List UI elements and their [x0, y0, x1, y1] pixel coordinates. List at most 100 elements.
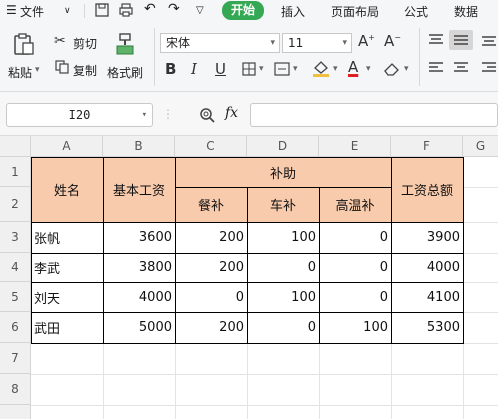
print-icon[interactable]	[119, 3, 133, 17]
tab-formulas[interactable]: 公式	[404, 3, 428, 20]
fill-color-icon[interactable]	[312, 60, 330, 77]
italic-icon[interactable]: I	[191, 60, 197, 78]
cell-name[interactable]: 李武	[31, 253, 103, 282]
column-header-g[interactable]: G	[463, 136, 498, 157]
cell-meal[interactable]: 200	[175, 253, 247, 282]
underline-icon[interactable]: U	[215, 60, 226, 78]
bold-icon[interactable]: B	[165, 60, 176, 78]
cell-meal[interactable]: 200	[175, 222, 247, 253]
column-header-b[interactable]: B	[103, 136, 175, 157]
align-bottom-icon[interactable]	[481, 34, 497, 46]
cell-meal[interactable]: 200	[175, 312, 247, 343]
save-icon[interactable]	[95, 3, 109, 17]
tab-insert[interactable]: 插入	[281, 3, 305, 20]
cell-base[interactable]: 4000	[103, 282, 175, 312]
ribbon: 粘贴 ▾ ✂ 剪切 复制 格式刷 宋体 ▾ 11 ▾ A+ A− B I U ▾ ▾…	[0, 22, 498, 92]
align-middle-button[interactable]	[449, 30, 473, 50]
cell-total[interactable]: 5300	[391, 312, 463, 343]
borders-icon[interactable]	[242, 62, 256, 76]
column-header-c[interactable]: C	[175, 136, 247, 157]
header-heat[interactable]: 高温补	[319, 187, 391, 222]
align-left-icon[interactable]	[428, 62, 444, 74]
row-header-6[interactable]: 6	[0, 312, 31, 343]
header-base-salary[interactable]: 基本工资	[103, 157, 175, 222]
paste-dropdown-icon[interactable]: ▾	[35, 65, 40, 75]
align-center-icon[interactable]	[453, 62, 469, 74]
cell-total[interactable]: 4000	[391, 253, 463, 282]
font-color-icon[interactable]: A	[348, 58, 358, 76]
column-header-f[interactable]: F	[391, 136, 463, 157]
name-box[interactable]: I20 ▾	[6, 103, 153, 127]
cell-heat[interactable]: 0	[319, 222, 391, 253]
eraser-icon[interactable]	[383, 61, 401, 76]
chevron-down-icon[interactable]: ▾	[293, 64, 298, 74]
align-right-icon[interactable]	[481, 62, 497, 74]
zoom-icon[interactable]	[199, 107, 215, 123]
header-car[interactable]: 车补	[247, 187, 319, 222]
format-painter-icon[interactable]	[114, 32, 138, 56]
header-meal[interactable]: 餐补	[175, 187, 247, 222]
customize-icon[interactable]: ▽	[196, 5, 204, 16]
select-all-corner[interactable]	[0, 136, 31, 157]
format-painter-button[interactable]: 格式刷	[107, 64, 143, 81]
tab-home[interactable]: 开始	[222, 1, 264, 20]
cell-base[interactable]: 5000	[103, 312, 175, 343]
gridline	[463, 222, 498, 223]
cell-name[interactable]: 武田	[31, 312, 103, 343]
chevron-down-icon[interactable]: ▾	[333, 64, 338, 74]
scissors-icon[interactable]: ✂	[54, 33, 66, 49]
undo-icon[interactable]: ↶	[144, 1, 156, 17]
copy-button[interactable]: 复制	[73, 62, 97, 79]
chevron-down-icon[interactable]: ▾	[366, 64, 371, 74]
formula-input[interactable]	[250, 103, 498, 127]
header-subsidy[interactable]: 补助	[175, 157, 391, 187]
redo-icon[interactable]: ↷	[168, 1, 180, 17]
paste-button[interactable]: 粘贴	[8, 64, 32, 81]
row-header-1[interactable]: 1	[0, 157, 31, 187]
cell-meal[interactable]: 0	[175, 282, 247, 312]
header-name[interactable]: 姓名	[31, 157, 103, 222]
drag-handle-icon[interactable]: ⋮	[162, 107, 174, 121]
row-header-8[interactable]: 8	[0, 374, 31, 405]
cell-car[interactable]: 100	[247, 222, 319, 253]
file-menu[interactable]: 文件	[20, 3, 44, 20]
row-header-3[interactable]: 3	[0, 222, 31, 253]
column-header-d[interactable]: D	[247, 136, 319, 157]
cell-heat[interactable]: 0	[319, 253, 391, 282]
align-top-icon[interactable]	[428, 34, 444, 46]
row-header-7[interactable]: 7	[0, 343, 31, 374]
cell-base[interactable]: 3800	[103, 253, 175, 282]
copy-icon[interactable]	[55, 60, 69, 74]
font-size-select[interactable]: 11 ▾	[282, 33, 352, 53]
column-header-a[interactable]: A	[31, 136, 103, 157]
cell-heat[interactable]: 100	[319, 312, 391, 343]
tab-page-layout[interactable]: 页面布局	[331, 3, 379, 20]
cut-button[interactable]: 剪切	[73, 35, 97, 52]
decrease-font-icon[interactable]: A−	[384, 32, 401, 50]
tab-data[interactable]: 数据	[454, 3, 478, 20]
cell-heat[interactable]: 0	[319, 282, 391, 312]
paste-icon[interactable]	[12, 32, 36, 56]
chevron-down-icon[interactable]: ▾	[259, 64, 264, 74]
row-header-5[interactable]: 5	[0, 282, 31, 312]
merge-cells-icon[interactable]	[274, 62, 290, 76]
row-header-4[interactable]: 4	[0, 253, 31, 282]
cell-base[interactable]: 3600	[103, 222, 175, 253]
cell-total[interactable]: 3900	[391, 222, 463, 253]
cell-car[interactable]: 100	[247, 282, 319, 312]
cell-car[interactable]: 0	[247, 312, 319, 343]
fx-icon[interactable]: fx	[225, 105, 238, 121]
chevron-down-icon[interactable]: ∨	[64, 6, 71, 16]
header-total[interactable]: 工资总额	[391, 157, 463, 222]
row-header-partial[interactable]	[0, 405, 31, 419]
hamburger-icon[interactable]: ☰	[6, 3, 17, 17]
cell-total[interactable]: 4100	[391, 282, 463, 312]
cell-car[interactable]: 0	[247, 253, 319, 282]
column-header-e[interactable]: E	[319, 136, 391, 157]
chevron-down-icon[interactable]: ▾	[404, 64, 409, 74]
cell-name[interactable]: 张帆	[31, 222, 103, 253]
font-name-select[interactable]: 宋体 ▾	[160, 33, 280, 53]
row-header-2[interactable]: 2	[0, 187, 31, 222]
increase-font-icon[interactable]: A+	[358, 32, 375, 50]
cell-name[interactable]: 刘天	[31, 282, 103, 312]
